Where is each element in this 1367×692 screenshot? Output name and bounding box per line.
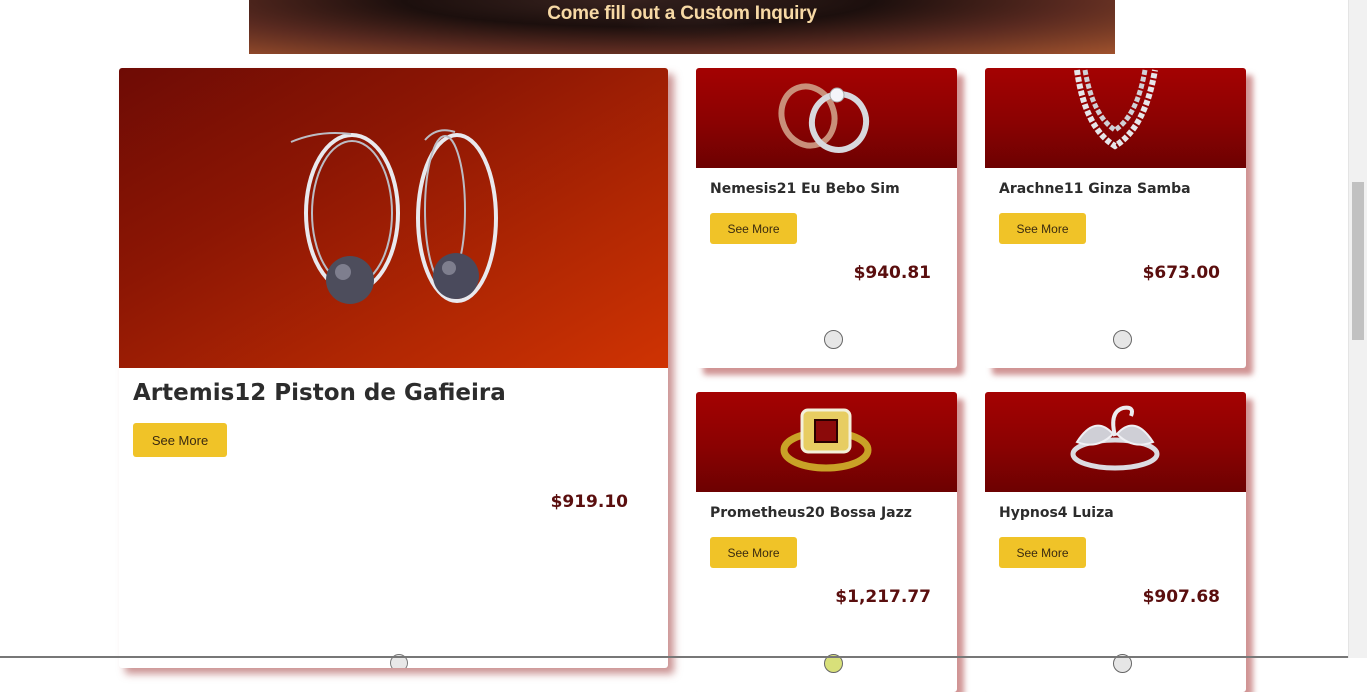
- silver-swan-ring-image: [1070, 405, 1160, 471]
- see-more-button[interactable]: See More: [710, 213, 797, 244]
- product-image[interactable]: [696, 68, 957, 168]
- carousel-dot[interactable]: [824, 330, 843, 349]
- wedding-rings-image: [778, 83, 870, 153]
- product-name[interactable]: Prometheus20 Bossa Jazz: [710, 505, 912, 521]
- vertical-scrollbar[interactable]: [1348, 0, 1367, 658]
- product-name[interactable]: Arachne11 Ginza Samba: [999, 181, 1191, 197]
- see-more-button[interactable]: See More: [999, 537, 1086, 568]
- product-image[interactable]: [696, 392, 957, 492]
- carousel-dot[interactable]: [1113, 330, 1132, 349]
- product-image[interactable]: [985, 68, 1246, 168]
- featured-product-title[interactable]: Artemis12 Piston de Gafieira: [133, 380, 506, 406]
- pearl-hoop-earrings-image: [290, 129, 498, 304]
- product-card: Hypnos4 Luiza See More $907.68: [985, 392, 1246, 692]
- product-card: Prometheus20 Bossa Jazz See More $1,217.…: [696, 392, 957, 692]
- featured-see-more-button[interactable]: See More: [133, 423, 227, 457]
- see-more-button[interactable]: See More: [999, 213, 1086, 244]
- product-card: Nemesis21 Eu Bebo Sim See More $940.81: [696, 68, 957, 368]
- see-more-button[interactable]: See More: [710, 537, 797, 568]
- featured-product-price: $919.10: [550, 492, 628, 512]
- product-name[interactable]: Hypnos4 Luiza: [999, 505, 1114, 521]
- product-price: $907.68: [1142, 587, 1220, 607]
- product-card: Arachne11 Ginza Samba See More $673.00: [985, 68, 1246, 368]
- product-price: $673.00: [1142, 263, 1220, 283]
- gold-ruby-ring-image: [780, 408, 872, 472]
- product-price: $1,217.77: [835, 587, 931, 607]
- product-name[interactable]: Nemesis21 Eu Bebo Sim: [710, 181, 900, 197]
- scrollbar-thumb[interactable]: [1352, 182, 1364, 340]
- product-price: $940.81: [853, 263, 931, 283]
- banner-text[interactable]: Come fill out a Custom Inquiry: [249, 3, 1115, 25]
- product-image[interactable]: [985, 392, 1246, 492]
- featured-product-image[interactable]: [119, 68, 668, 368]
- custom-inquiry-banner[interactable]: Come fill out a Custom Inquiry: [249, 0, 1115, 54]
- featured-product-card: Artemis12 Piston de Gafieira See More $9…: [119, 68, 668, 668]
- silver-chain-necklace-image: [1074, 69, 1158, 150]
